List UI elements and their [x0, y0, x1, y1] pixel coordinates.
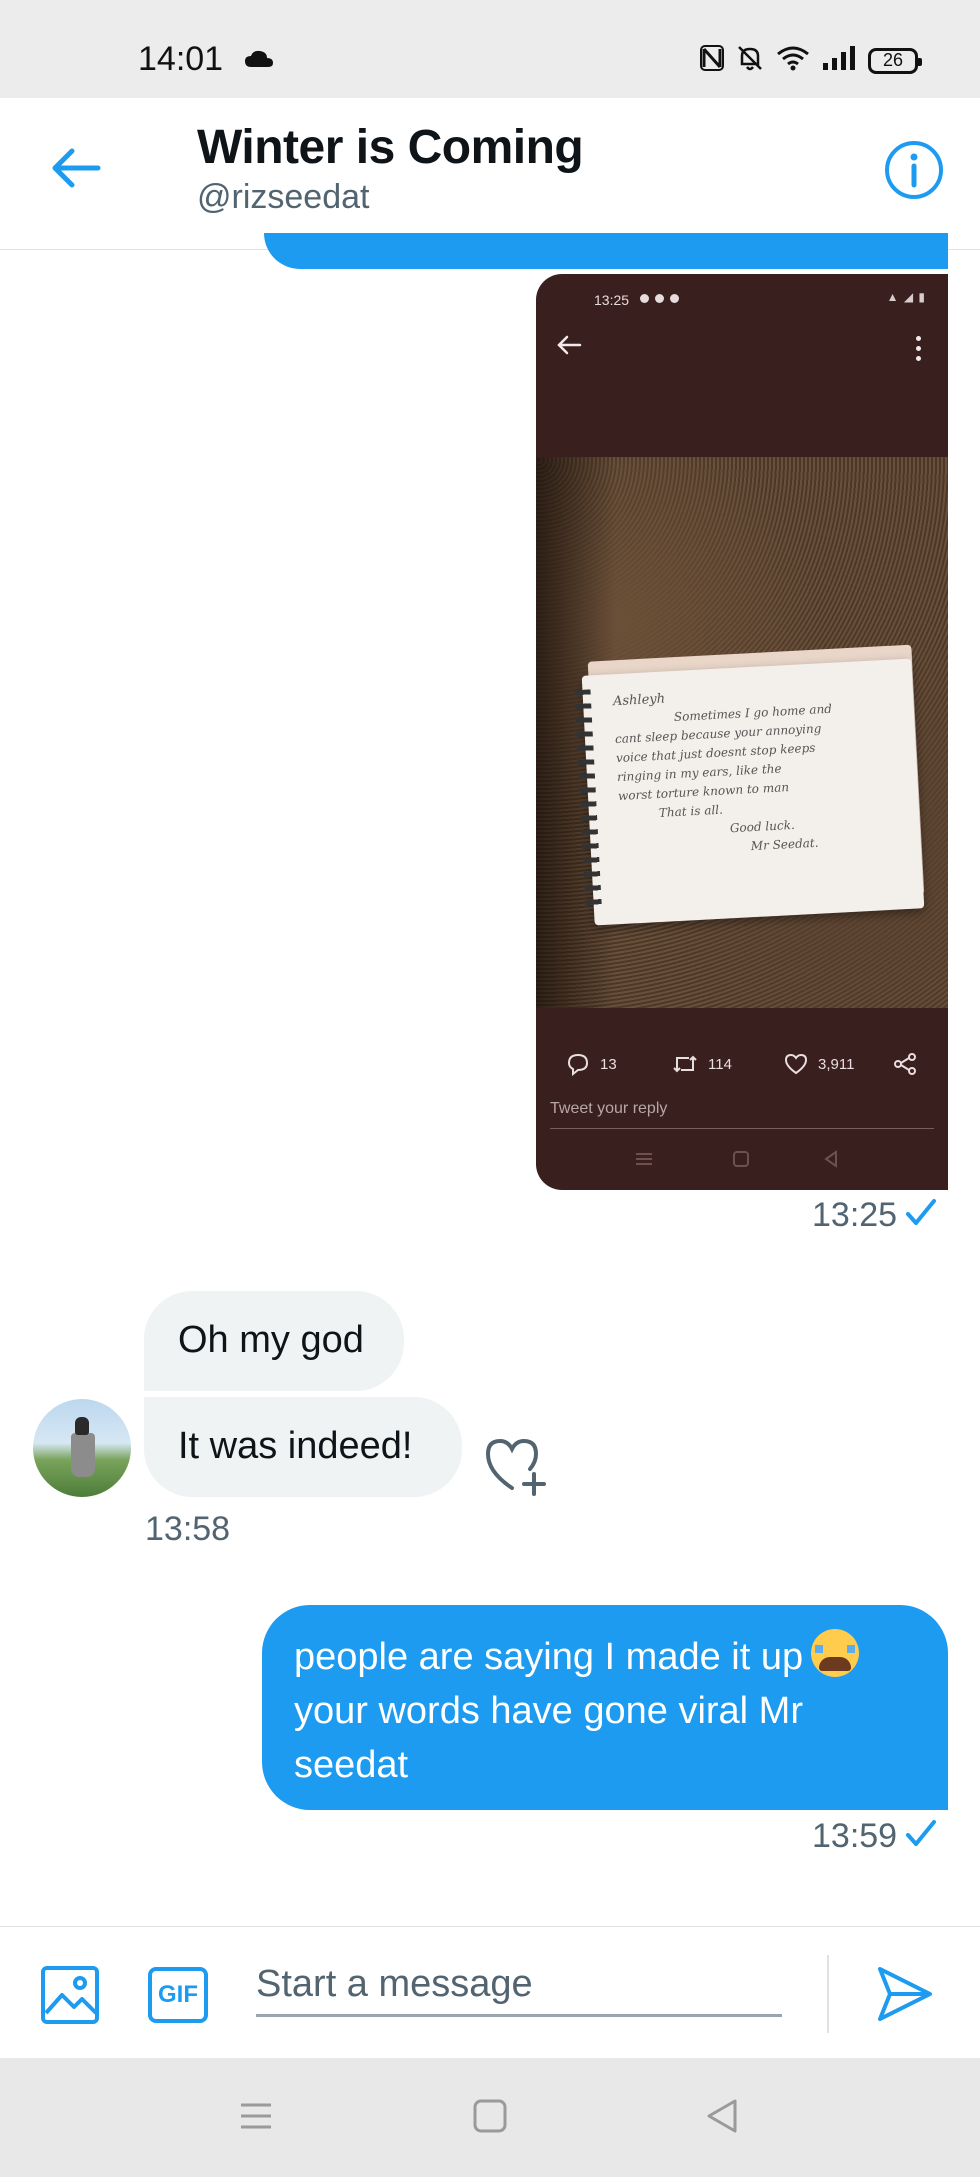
screenshot-retweet-count: 114: [672, 1053, 732, 1075]
system-nav-bar: [0, 2058, 980, 2177]
add-reaction-heart-icon[interactable]: [484, 1436, 550, 1501]
screenshot-back-arrow-icon: [556, 334, 582, 361]
message-text-line: your words have gone viral Mr: [294, 1690, 803, 1732]
composer-divider: [827, 1955, 829, 2033]
screenshot-retweet-icon: [673, 1055, 697, 1073]
loudly-crying-face-icon: [811, 1629, 860, 1677]
note-text: Ashleyh Sometimes I go home and cant sle…: [612, 691, 833, 854]
previous-message-bubble: [264, 233, 948, 269]
signal-icon: [822, 45, 856, 76]
message-text: It was indeed!: [178, 1425, 413, 1467]
sent-check-icon: [905, 1819, 937, 1858]
message-text-line: seedat: [294, 1744, 409, 1786]
message-input[interactable]: [256, 1955, 782, 2017]
battery-icon: 26: [868, 47, 922, 74]
screenshot-notification-icons: [640, 294, 679, 303]
screenshot-reply-count: 13: [566, 1052, 617, 1076]
message-text: Oh my god: [178, 1319, 364, 1361]
status-icons: 26: [700, 44, 922, 77]
message-timestamp: 13:59: [812, 1817, 937, 1858]
send-icon[interactable]: [876, 1965, 934, 2028]
avatar[interactable]: [33, 1399, 131, 1497]
cloud-icon: [244, 50, 274, 73]
back-nav-icon[interactable]: [704, 2098, 740, 2139]
incoming-message-bubble[interactable]: It was indeed!: [144, 1397, 462, 1497]
menu-icon[interactable]: [238, 2098, 274, 2139]
conversation-header: Winter is Coming @rizseedat: [0, 98, 980, 250]
back-arrow-icon[interactable]: [50, 146, 102, 195]
handwritten-note: Ashleyh Sometimes I go home and cant sle…: [574, 658, 925, 926]
mute-icon: [736, 44, 764, 77]
screenshot-reply-icon: [567, 1053, 589, 1076]
screenshot-nav-bar: [536, 1144, 948, 1174]
screenshot-share-icon: [894, 1053, 916, 1075]
screenshot-status-bar: 13:25 ▲ ◢ ▮: [536, 274, 948, 320]
screenshot-more-icon: [916, 336, 922, 366]
gif-button[interactable]: GIF: [148, 1967, 208, 2023]
conversation-title[interactable]: Winter is Coming: [197, 120, 584, 175]
nfc-icon: [700, 45, 724, 76]
sent-check-icon: [905, 1198, 937, 1237]
screenshot-reply-field: Tweet your reply: [550, 1100, 934, 1129]
message-timestamp: 13:25: [812, 1196, 937, 1237]
wifi-icon: [776, 45, 810, 76]
screenshot-like-count: 3,911: [784, 1053, 854, 1075]
screenshot-tweet-stats: 13 114 3,911: [536, 1044, 948, 1084]
screenshot-heart-icon: [784, 1053, 808, 1075]
outgoing-message-bubble[interactable]: people are saying I made it up your word…: [262, 1605, 948, 1810]
message-text: people are saying I made it up: [294, 1629, 916, 1684]
media-image-icon[interactable]: [40, 1965, 100, 2030]
message-image[interactable]: 13:25 ▲ ◢ ▮ Ashleyh Sometimes I go home …: [536, 274, 948, 1190]
conversation-handle: @rizseedat: [197, 178, 370, 216]
message-timestamp: 13:58: [145, 1510, 231, 1548]
message-composer: GIF: [0, 1926, 980, 2058]
screenshot-time: 13:25: [594, 292, 630, 308]
screenshot-status-icons: ▲ ◢ ▮: [886, 290, 926, 304]
status-time: 14:01: [138, 40, 224, 78]
home-icon[interactable]: [472, 2098, 508, 2139]
info-icon[interactable]: [884, 140, 944, 205]
status-bar: 14:01 26: [0, 0, 980, 98]
screenshot-photo: Ashleyh Sometimes I go home and cant sle…: [536, 457, 948, 1008]
incoming-message-bubble[interactable]: Oh my god: [144, 1291, 404, 1391]
